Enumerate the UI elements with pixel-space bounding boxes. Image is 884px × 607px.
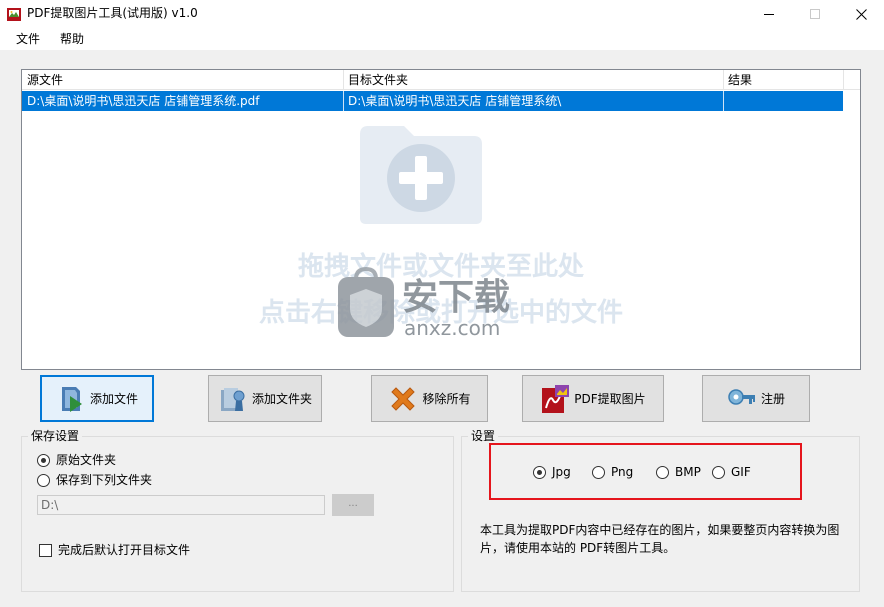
- register-button[interactable]: 注册: [702, 375, 810, 422]
- extract-label: PDF提取图片: [574, 392, 646, 406]
- add-folder-icon: [220, 387, 245, 411]
- pdf-tool-icon: [7, 8, 21, 21]
- watermark-domain: anxz.com: [404, 316, 500, 340]
- radio-dot-gif[interactable]: [712, 465, 725, 479]
- remove-all-button[interactable]: 移除所有: [371, 375, 488, 422]
- column-divider[interactable]: [843, 70, 844, 90]
- add-folder-button[interactable]: 添加文件夹: [208, 375, 322, 422]
- browse-button[interactable]: ...: [332, 494, 374, 516]
- radio-custom-label: 保存到下列文件夹: [56, 473, 153, 487]
- format-jpg-label: Jpg: [552, 465, 571, 479]
- radio-format-png[interactable]: Png: [592, 464, 633, 480]
- add-file-label: 添加文件: [89, 392, 138, 406]
- table-row[interactable]: D:\桌面\说明书\思迅天店 店铺管理系统.pdf D:\桌面\说明书\思迅天店…: [22, 91, 843, 111]
- column-header-result[interactable]: 结果: [723, 70, 843, 90]
- minimize-button[interactable]: [746, 0, 792, 28]
- open-after-checkbox[interactable]: 完成后默认打开目标文件: [39, 542, 190, 558]
- window-title: PDF提取图片工具(试用版) v1.0: [27, 6, 198, 20]
- menu-help[interactable]: 帮助: [59, 31, 85, 47]
- register-label: 注册: [760, 392, 785, 406]
- radio-dot-jpg[interactable]: [533, 465, 546, 479]
- file-list[interactable]: 源文件 目标文件夹 结果 D:\桌面\说明书\思迅天店 店铺管理系统.pdf D…: [21, 69, 861, 370]
- key-icon: [728, 388, 755, 405]
- radio-dot-custom[interactable]: [37, 473, 50, 487]
- column-header-source[interactable]: 源文件: [22, 70, 343, 90]
- radio-format-bmp[interactable]: BMP: [656, 464, 701, 480]
- row-source: D:\桌面\说明书\思迅天店 店铺管理系统.pdf: [27, 94, 260, 108]
- save-path-input[interactable]: D:\: [37, 495, 325, 515]
- format-png-label: Png: [611, 465, 634, 479]
- radio-original-label: 原始文件夹: [56, 453, 117, 467]
- minimize-icon: [764, 13, 774, 15]
- row-result: [723, 91, 843, 111]
- save-settings-group: 保存设置 原始文件夹 保存到下列文件夹 D:\ ... 完成后默认打开目标文件: [21, 428, 454, 592]
- radio-format-jpg[interactable]: Jpg: [533, 464, 571, 480]
- extract-button[interactable]: PDF提取图片: [522, 375, 664, 422]
- menu-file[interactable]: 文件: [15, 31, 41, 47]
- settings-group: 设置 Jpg Png BMP GIF 本工具为提取PDF内容中已经存在的图片，如…: [461, 428, 860, 592]
- title-bar: PDF提取图片工具(试用版) v1.0: [0, 0, 884, 28]
- close-icon: [855, 8, 867, 20]
- anxz-watermark-logo: 安下载 anxz.com: [338, 266, 510, 340]
- maximize-button[interactable]: [792, 0, 838, 28]
- list-header: 源文件 目标文件夹 结果: [22, 70, 860, 90]
- checkbox-box[interactable]: [39, 543, 52, 557]
- radio-original-folder[interactable]: 原始文件夹: [37, 452, 116, 468]
- add-folder-watermark-icon: [360, 126, 482, 224]
- watermark-brand: 安下载: [402, 277, 510, 318]
- add-folder-label: 添加文件夹: [251, 392, 312, 406]
- row-target: D:\桌面\说明书\思迅天店 店铺管理系统\: [348, 94, 562, 108]
- settings-note: 本工具为提取PDF内容中已经存在的图片，如果要整页内容转换为图片，请使用本站的 …: [480, 523, 840, 555]
- format-bmp-label: BMP: [675, 465, 701, 479]
- close-button[interactable]: [838, 0, 884, 28]
- radio-format-gif[interactable]: GIF: [712, 464, 751, 480]
- pdf-extract-icon: [542, 384, 570, 413]
- remove-x-icon: [391, 386, 416, 411]
- maximize-icon: [810, 9, 820, 19]
- radio-dot-original[interactable]: [37, 453, 50, 467]
- radio-custom-folder[interactable]: 保存到下列文件夹: [37, 472, 152, 488]
- radio-dot-png[interactable]: [592, 465, 605, 479]
- save-settings-title: 保存设置: [28, 428, 83, 444]
- radio-dot-bmp[interactable]: [656, 465, 669, 479]
- menu-bar: 文件 帮助: [0, 28, 884, 50]
- settings-title: 设置: [468, 428, 499, 444]
- add-file-icon: [61, 386, 82, 412]
- remove-all-label: 移除所有: [422, 392, 471, 406]
- add-file-button[interactable]: 添加文件: [40, 375, 154, 422]
- format-gif-label: GIF: [731, 465, 751, 479]
- column-header-target[interactable]: 目标文件夹: [343, 70, 723, 90]
- open-after-label: 完成后默认打开目标文件: [58, 543, 191, 557]
